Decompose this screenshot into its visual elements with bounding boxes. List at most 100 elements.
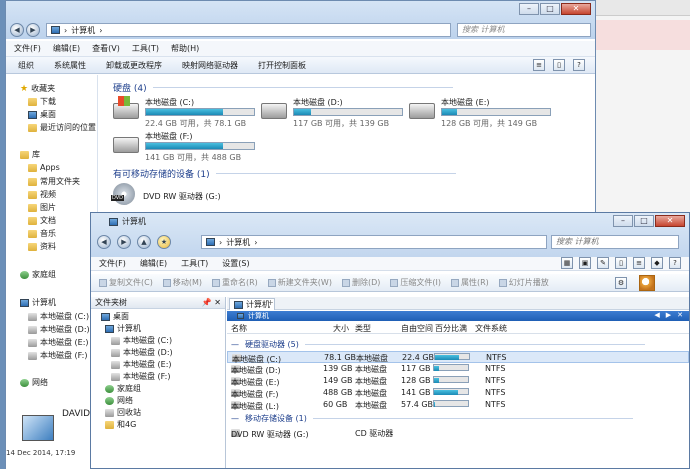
nav-libraries[interactable]: 库 — [20, 149, 40, 160]
table-row[interactable]: DVD RW 驱动器 (G:) CD 驱动器 — [227, 427, 689, 439]
system-properties-button[interactable]: 系统属性 — [54, 60, 86, 71]
menu-tools[interactable]: 工具(T) — [181, 258, 208, 269]
favorites-star-icon[interactable]: ★ — [157, 235, 171, 249]
nav-network[interactable]: 网络 — [20, 377, 48, 388]
menu-file[interactable]: 文件(F) — [14, 43, 41, 54]
map-drive-button[interactable]: 映射网络驱动器 — [182, 60, 238, 71]
nav-drive-d[interactable]: 本地磁盘 (D:) — [28, 324, 90, 335]
layout-icon[interactable]: ▦ — [561, 257, 573, 269]
close-button[interactable]: ✕ — [655, 215, 685, 227]
nav-downloads[interactable]: 下载 — [28, 96, 56, 107]
tree-drive-f[interactable]: 本地磁盘 (F:) — [111, 371, 170, 382]
nav-lib-apps[interactable]: Apps — [28, 163, 60, 172]
address-segment[interactable]: 计算机 — [226, 237, 250, 248]
uninstall-button[interactable]: 卸载或更改程序 — [106, 60, 162, 71]
table-row[interactable]: 本地磁盘 (E:) 149 GB 本地磁盘 128 GB NTFS — [227, 375, 689, 387]
properties-button[interactable]: 属性(R) — [450, 277, 489, 288]
close-button[interactable]: ✕ — [561, 3, 591, 15]
menu-edit[interactable]: 编辑(E) — [53, 43, 80, 54]
up-button[interactable]: ▲ — [137, 235, 151, 249]
nav-drive-c[interactable]: 本地磁盘 (C:) — [28, 311, 89, 322]
list-icon[interactable]: ≡ — [633, 257, 645, 269]
forward-button[interactable]: ▶ — [117, 235, 131, 249]
table-row[interactable]: 本地磁盘 (F:) 488 GB 本地磁盘 141 GB NTFS — [227, 387, 689, 399]
minimize-button[interactable]: – — [519, 3, 539, 15]
rename-button[interactable]: 重命名(R) — [211, 277, 258, 288]
table-row[interactable]: 本地磁盘 (L:) 60 GB 本地磁盘 57.4 GB NTFS — [227, 399, 689, 411]
nav-lib-documents[interactable]: 文档 — [28, 215, 56, 226]
table-row[interactable]: 本地磁盘 (C:) 78.1 GB 本地磁盘 22.4 GB NTFS — [227, 351, 689, 364]
menu-settings[interactable]: 设置(S) — [222, 258, 249, 269]
menu-view[interactable]: 查看(V) — [92, 43, 120, 54]
slideshow-button[interactable]: 幻灯片播放 — [498, 277, 549, 288]
menu-tools[interactable]: 工具(T) — [132, 43, 159, 54]
col-percent[interactable]: 百分比满 — [435, 323, 467, 334]
forward-button[interactable]: ▶ — [26, 23, 40, 37]
new-folder-button[interactable]: 新建文件夹(W) — [267, 277, 332, 288]
delete-button[interactable]: 删除(D) — [341, 277, 380, 288]
edit-icon[interactable]: ✎ — [597, 257, 609, 269]
maximize-button[interactable]: □ — [540, 3, 560, 15]
minimize-button[interactable]: – — [613, 215, 633, 227]
search-magnifier-icon[interactable] — [639, 275, 655, 291]
help-icon[interactable]: ? — [669, 257, 681, 269]
menu-help[interactable]: 帮助(H) — [171, 43, 199, 54]
tree-drive-d[interactable]: 本地磁盘 (D:) — [111, 347, 173, 358]
nav-drive-f[interactable]: 本地磁盘 (F:) — [28, 350, 87, 361]
tree-network[interactable]: 网络 — [105, 395, 133, 406]
tree-4g[interactable]: 和4G — [105, 419, 136, 430]
col-name[interactable]: 名称 — [231, 323, 247, 334]
settings-icon[interactable]: ⚙ — [615, 277, 627, 289]
nav-lib-music[interactable]: 音乐 — [28, 228, 56, 239]
address-bar[interactable]: › 计算机 › — [46, 23, 451, 37]
col-free[interactable]: 自由空间 — [401, 323, 433, 334]
nav-right-icon[interactable]: ▶ — [666, 311, 671, 319]
nav-recent[interactable]: 最近访问的位置 — [28, 122, 96, 133]
removable-section-header[interactable]: 有可移动存储的设备 (1) — [113, 167, 456, 180]
nav-desktop[interactable]: 桌面 — [28, 109, 56, 120]
nav-lib-pictures[interactable]: 图片 — [28, 202, 56, 213]
dvd-icon[interactable] — [113, 183, 135, 205]
organize-button[interactable]: 组织 — [18, 60, 34, 71]
tree-computer[interactable]: 计算机 — [105, 323, 141, 334]
image-icon[interactable]: ▣ — [579, 257, 591, 269]
menu-file[interactable]: 文件(F) — [99, 258, 126, 269]
dvd-drive-name[interactable]: DVD RW 驱动器 (G:) — [143, 191, 221, 202]
address-segment[interactable]: 计算机 — [71, 25, 95, 36]
maximize-button[interactable]: □ — [634, 215, 654, 227]
tree-recycle-bin[interactable]: 回收站 — [105, 407, 141, 418]
view-options-icon[interactable]: ≡ — [533, 59, 545, 71]
back-button[interactable]: ◀ — [97, 235, 111, 249]
search-input[interactable]: 搜索 计算机 — [551, 235, 679, 249]
tree-desktop[interactable]: 桌面 — [101, 311, 129, 322]
pane-icon[interactable]: ▯ — [615, 257, 627, 269]
nav-homegroup[interactable]: 家庭组 — [20, 269, 56, 280]
nav-drive-e[interactable]: 本地磁盘 (E:) — [28, 337, 89, 348]
nav-lib-common[interactable]: 常用文件夹 — [28, 176, 80, 187]
tag-icon[interactable]: ◆ — [651, 257, 663, 269]
tree-drive-e[interactable]: 本地磁盘 (E:) — [111, 359, 172, 370]
hdd-section-header[interactable]: 硬盘 (4) — [113, 81, 453, 94]
col-size[interactable]: 大小 — [333, 323, 349, 334]
preview-pane-icon[interactable]: ▯ — [553, 59, 565, 71]
nav-lib-materials[interactable]: 资料 — [28, 241, 56, 252]
copy-file-button[interactable]: 复制文件(C) — [99, 277, 153, 288]
group-hdd[interactable]: — 硬盘驱动器 (5) — [231, 339, 645, 350]
nav-computer[interactable]: 计算机 — [20, 297, 56, 308]
nav-lib-videos[interactable]: 视频 — [28, 189, 56, 200]
group-removable[interactable]: — 移动存储设备 (1) — [231, 413, 633, 424]
col-type[interactable]: 类型 — [355, 323, 371, 334]
new-tab-icon[interactable]: + — [267, 298, 274, 307]
tree-drive-c[interactable]: 本地磁盘 (C:) — [111, 335, 172, 346]
close-pane-icon[interactable]: ✕ — [677, 311, 683, 319]
address-bar[interactable]: › 计算机 › — [201, 235, 547, 249]
col-filesystem[interactable]: 文件系统 — [475, 323, 507, 334]
menu-edit[interactable]: 编辑(E) — [140, 258, 167, 269]
table-row[interactable]: 本地磁盘 (D:) 139 GB 本地磁盘 117 GB NTFS — [227, 363, 689, 375]
tree-homegroup[interactable]: 家庭组 — [105, 383, 141, 394]
search-input[interactable]: 搜索 计算机 — [457, 23, 591, 37]
control-panel-button[interactable]: 打开控制面板 — [258, 60, 306, 71]
compress-button[interactable]: 压缩文件(I) — [390, 277, 441, 288]
help-icon[interactable]: ? — [573, 59, 585, 71]
move-button[interactable]: 移动(M) — [162, 277, 202, 288]
